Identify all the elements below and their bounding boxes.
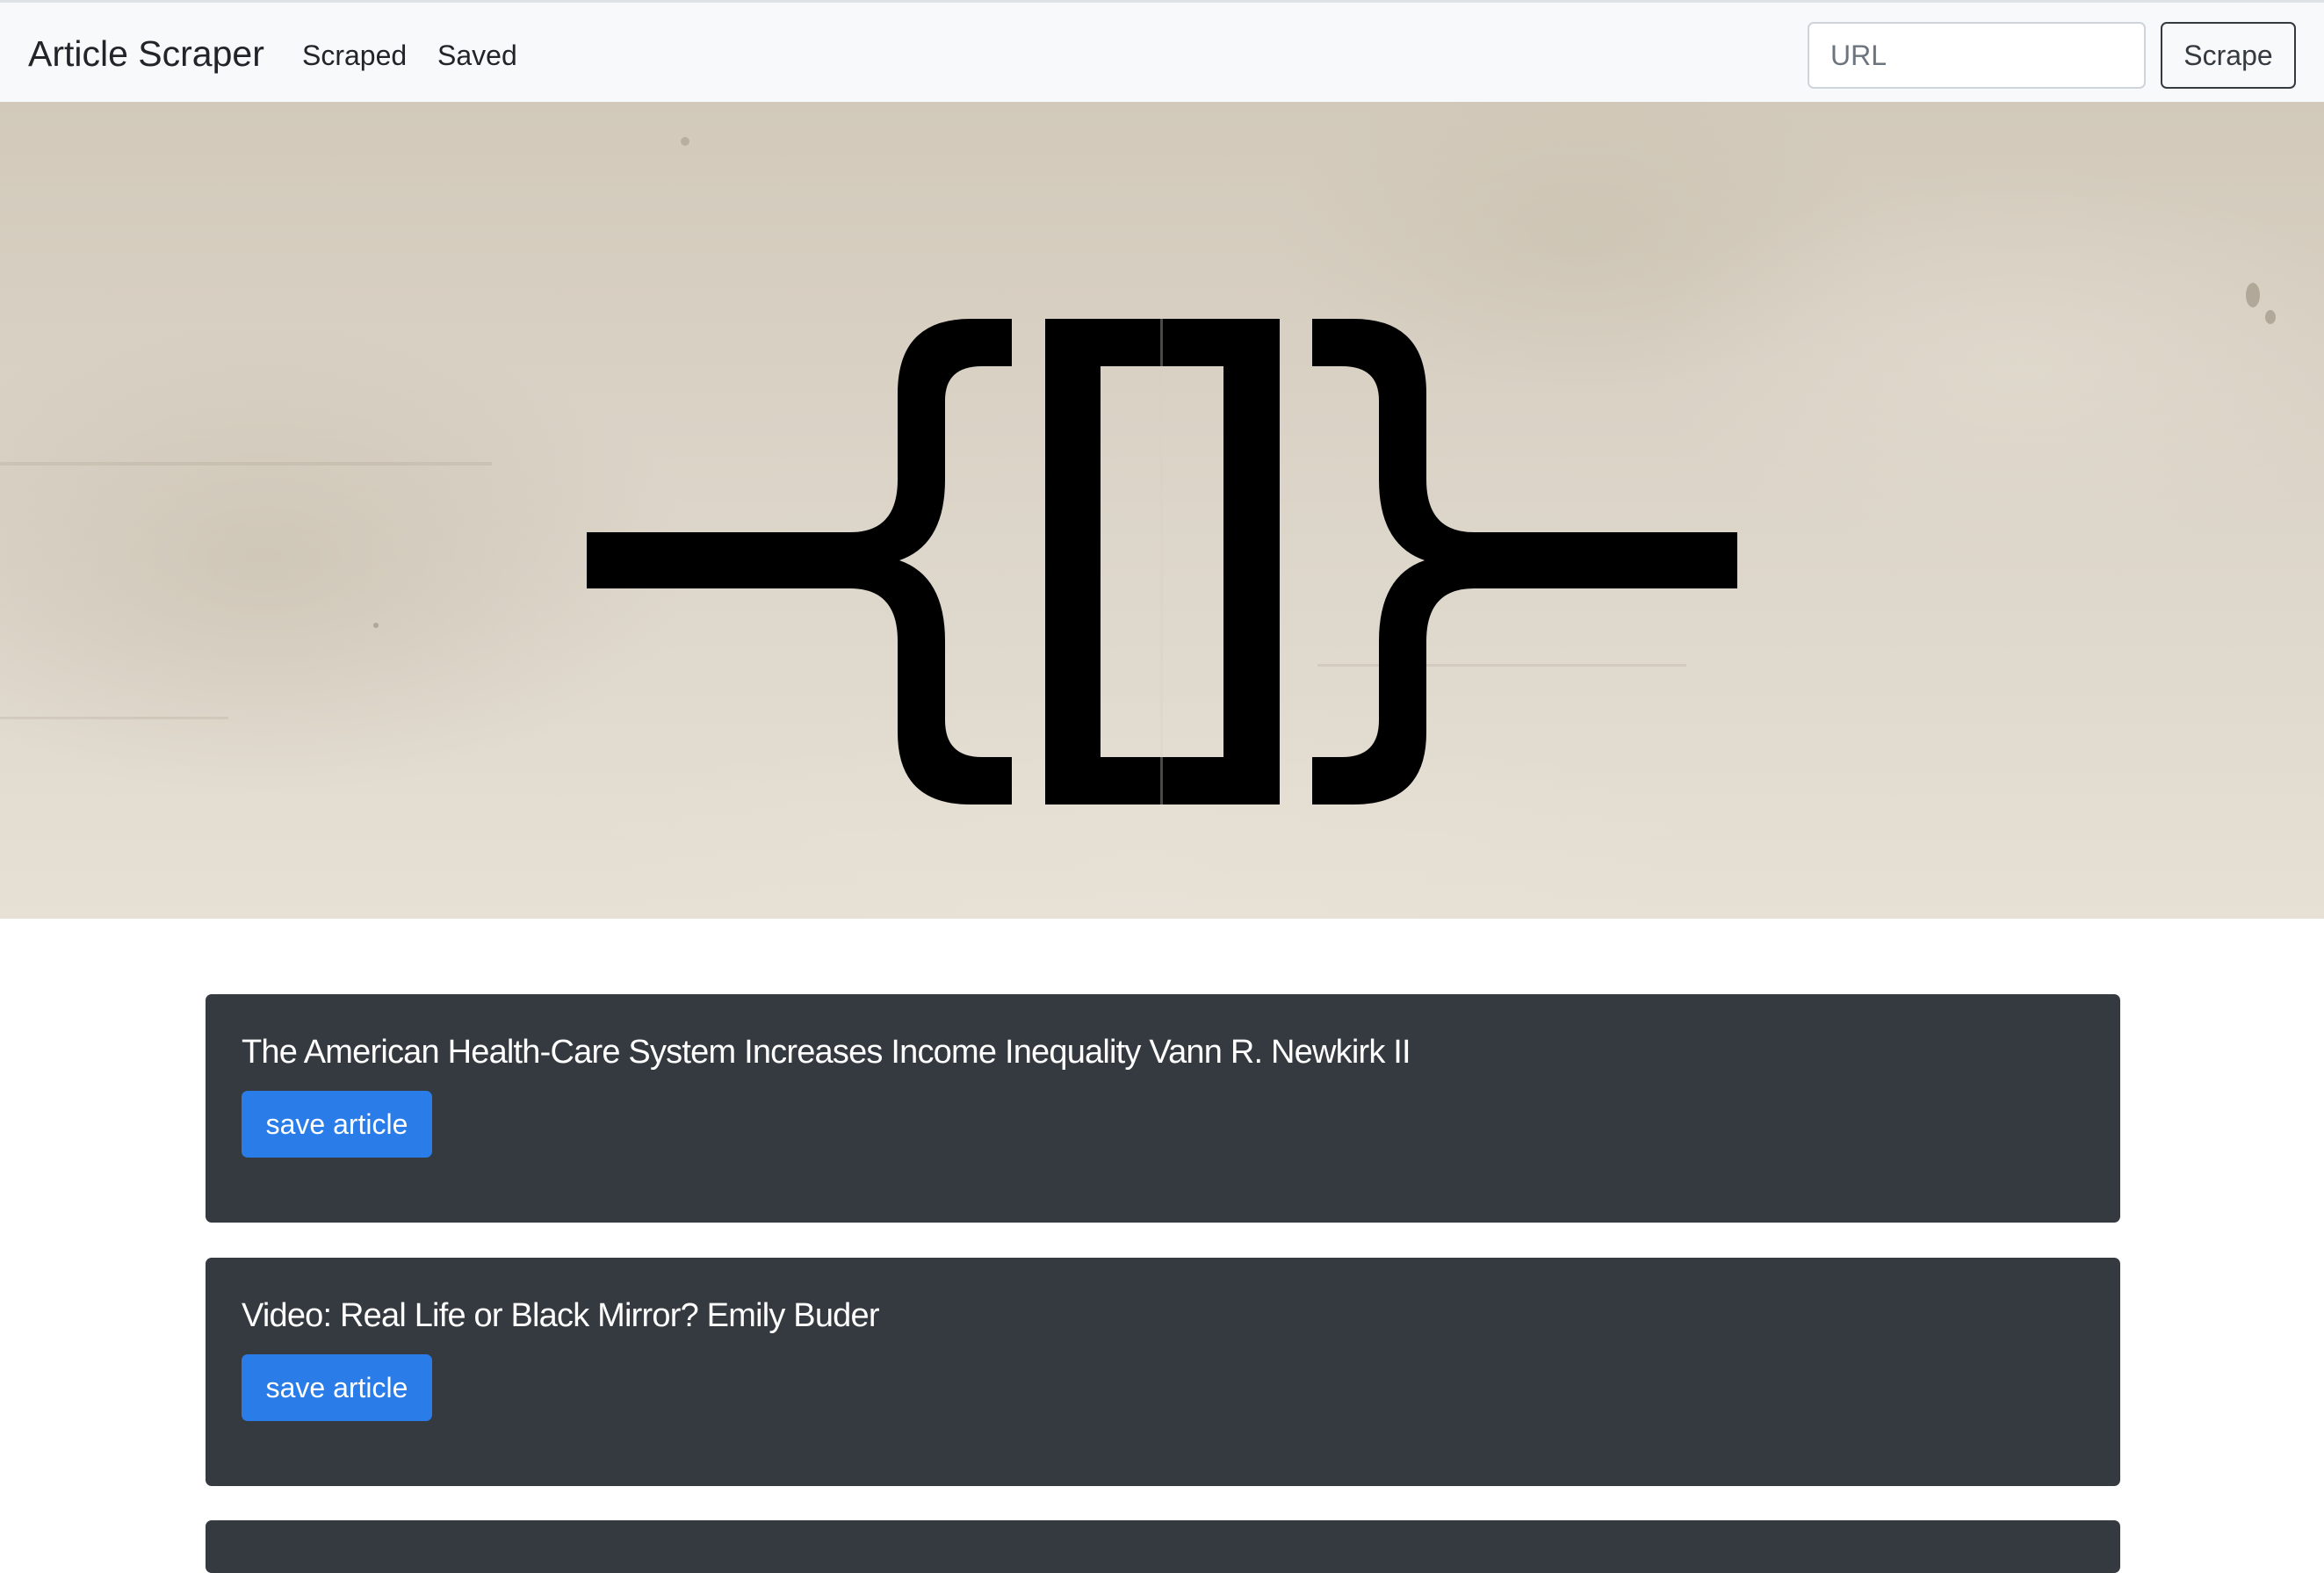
url-input[interactable]	[1808, 22, 2146, 89]
article-title: Video: Real Life or Black Mirror? Emily …	[242, 1297, 880, 1334]
save-article-button[interactable]: save article	[242, 1091, 432, 1158]
article-card	[206, 1520, 2120, 1573]
brand-logo-text[interactable]: Article Scraper	[28, 29, 264, 78]
nav-link-saved[interactable]: Saved	[437, 36, 517, 75]
article-title: The American Health-Care System Increase…	[242, 1034, 1411, 1071]
save-article-button[interactable]: save article	[242, 1354, 432, 1421]
curly-brace-bracket-logo-icon	[0, 137, 2276, 805]
article-card: Video: Real Life or Black Mirror? Emily …	[206, 1258, 2120, 1486]
hero-banner	[0, 102, 2324, 919]
scrape-button[interactable]: Scrape	[2161, 22, 2296, 89]
nav-link-scraped[interactable]: Scraped	[302, 36, 407, 75]
article-card: The American Health-Care System Increase…	[206, 994, 2120, 1223]
navbar: Article Scraper Scraped Saved Scrape	[0, 0, 2324, 102]
